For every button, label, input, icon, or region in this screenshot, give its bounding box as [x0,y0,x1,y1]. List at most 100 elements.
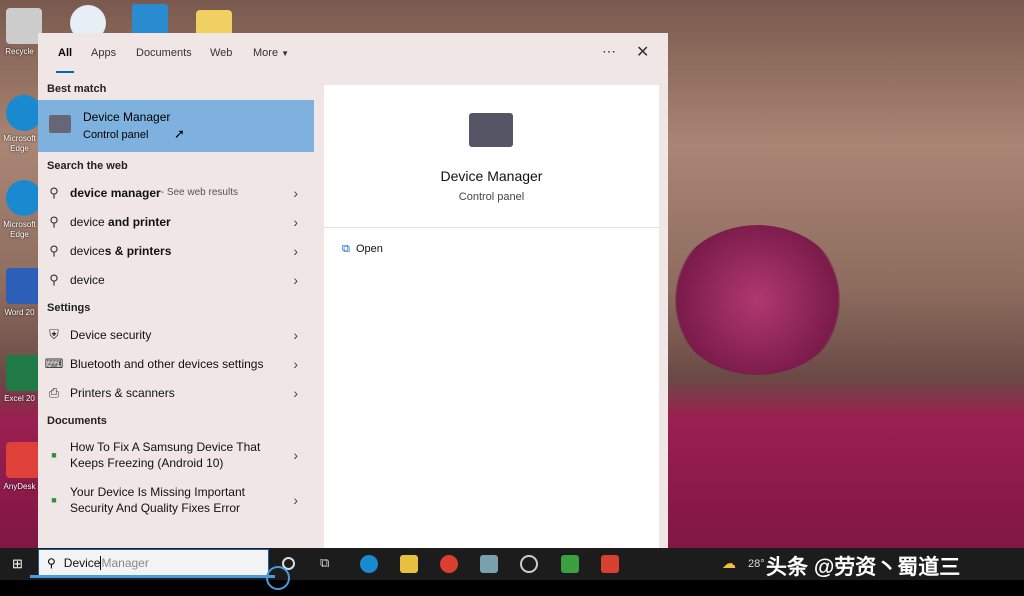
tree-decoration [670,225,845,375]
chevron-right-icon: › [293,385,298,401]
desktop-label: Microsoft Edge [1,134,38,154]
task-view-icon[interactable]: ⧉ [320,555,329,571]
result-text: device [70,215,105,229]
anydesk-icon[interactable] [6,442,42,478]
chevron-down-icon: ▼ [281,49,289,58]
result-text-bold: s & printers [105,244,172,258]
results-list: Best match Device Manager Control panel … [38,81,314,548]
shield-icon: ⛨ [38,327,70,343]
tab-documents[interactable]: Documents [136,47,192,59]
start-search-panel: All Apps Documents Web More ▼ ⋯ ✕ Best m… [38,33,668,548]
click-indicator [266,566,290,590]
chevron-right-icon: › [293,214,298,230]
preview-title: Device Manager [324,168,659,184]
web-result-devices-printers[interactable]: ⚲devices & printers › [38,236,314,265]
camtasia-green-icon[interactable] [561,555,579,573]
temperature: 28° [748,558,765,570]
chevron-right-icon: › [293,492,298,508]
search-icon: ⚲ [38,185,70,201]
app-taskbar-icon[interactable] [480,555,498,573]
setting-label: Printers & scanners [70,386,175,400]
best-match-subtitle: Control panel [83,129,148,141]
best-match-item[interactable]: Device Manager Control panel ➚ [38,100,314,152]
open-action[interactable]: ⧉ Open [342,243,383,256]
divider [324,227,659,228]
open-icon: ⧉ [342,243,350,255]
edge-icon[interactable] [6,95,42,131]
weather-icon[interactable]: ☁ [722,555,736,572]
preview-pane: Device Manager Control panel ⧉ Open [324,85,659,548]
document-item[interactable]: ■Your Device Is Missing Important Securit… [38,481,314,519]
chevron-right-icon: › [293,447,298,463]
web-result-device[interactable]: ⚲device› [38,265,314,294]
printer-icon: ⎙ [38,385,70,401]
document-icon: ■ [38,492,70,508]
tab-more[interactable]: More ▼ [253,47,289,59]
result-text: device manager [70,186,161,200]
setting-device-security[interactable]: ⛨Device security › [38,320,314,349]
devices-icon: ⌨ [38,356,70,372]
close-icon[interactable]: ✕ [636,42,649,62]
web-result-device-manager[interactable]: ⚲device manager - See web results › [38,178,314,207]
desktop-label: Excel 20 [1,394,38,404]
word-icon[interactable] [6,268,42,304]
desktop-label: Microsoft Edge [1,220,38,240]
search-icon: ⚲ [38,214,70,230]
tab-more-label: More [253,47,278,59]
chrome-icon[interactable] [440,555,458,573]
chevron-right-icon: › [293,327,298,343]
section-settings: Settings [47,302,90,314]
chevron-right-icon: › [293,185,298,201]
setting-label: Device security [70,328,151,342]
excel-icon[interactable] [6,355,42,391]
start-button[interactable]: ⊞ [12,556,23,572]
chevron-right-icon: › [293,356,298,372]
tab-all[interactable]: All [58,47,72,59]
open-label: Open [356,243,383,255]
section-search-web: Search the web [47,160,128,172]
setting-printers[interactable]: ⎙Printers & scanners › [38,378,314,407]
search-typed-text: Device [64,556,102,570]
best-match-title: Device Manager [83,110,170,124]
result-text: device [70,244,105,258]
section-documents: Documents [47,415,107,427]
doc-line2: Keeps Freezing (Android 10) [70,456,223,470]
setting-label: Bluetooth and other devices settings [70,357,263,371]
doc-line2: Security And Quality Fixes Error [70,501,240,515]
chevron-right-icon: › [293,243,298,259]
doc-line1: How To Fix A Samsung Device That [70,440,260,454]
section-best-match: Best match [47,83,106,95]
desktop-label: Word 20 [1,308,38,318]
recycle-bin-icon[interactable] [6,8,42,44]
tab-web[interactable]: Web [210,47,232,59]
web-result-device-and-printer[interactable]: ⚲device and printer › [38,207,314,236]
setting-bluetooth[interactable]: ⌨Bluetooth and other devices settings › [38,349,314,378]
preview-subtitle: Control panel [324,191,659,203]
desktop-label: Recycle [1,47,38,57]
mouse-cursor-icon: ➚ [174,126,185,142]
doc-line1: Your Device Is Missing Important [70,485,245,499]
camtasia-red-icon[interactable] [601,555,619,573]
edge-icon[interactable] [6,180,42,216]
device-manager-large-icon [469,113,513,147]
result-text-bold: and printer [105,215,171,229]
search-progress-bar [30,575,275,578]
result-suffix: - See web results [161,187,238,198]
search-tabs: All Apps Documents Web More ▼ ⋯ ✕ [38,33,668,73]
search-icon: ⚲ [47,556,56,570]
more-options-icon[interactable]: ⋯ [602,43,616,60]
tab-apps[interactable]: Apps [91,47,116,59]
watermark: 头条 @劳资丶蜀道三 [766,551,960,581]
search-suggestion: Manager [101,556,148,570]
device-manager-icon [49,115,71,133]
desktop-label: AnyDesk [1,482,38,492]
document-icon: ■ [38,447,70,463]
taskbar-search-input[interactable]: ⚲ DeviceManager [38,549,269,577]
clock-taskbar-icon[interactable] [520,555,538,573]
file-explorer-icon[interactable] [400,555,418,573]
search-icon: ⚲ [38,243,70,259]
search-icon: ⚲ [38,272,70,288]
result-text: device [70,273,105,287]
edge-taskbar-icon[interactable] [360,555,378,573]
document-item[interactable]: ■How To Fix A Samsung Device That Keeps F… [38,436,314,474]
